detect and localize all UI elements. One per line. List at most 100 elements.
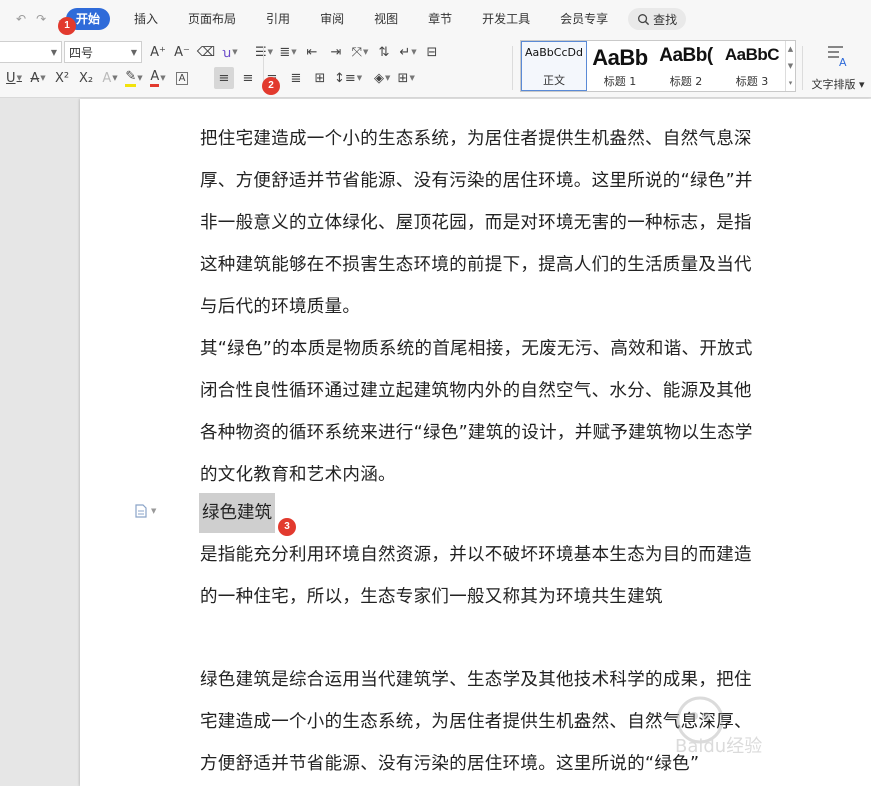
redo-icon[interactable]: ↷ — [36, 12, 46, 26]
paragraph-1: 把住宅建造成一个小的生态系统，为居住者提供生机盎然、自然气息深厚、方便舒适并节省… — [200, 129, 753, 317]
grow-font-button[interactable]: A⁺ — [148, 41, 168, 63]
style-caption: 标题 2 — [669, 75, 703, 88]
quick-access-toolbar: ↶ ↷ ⌄ — [0, 12, 66, 26]
sort-icon: ⇅ — [378, 44, 390, 60]
text-effect-button[interactable]: A ▼ — [100, 67, 120, 89]
clear-format-button[interactable]: ⌫ — [196, 41, 216, 63]
align-left-button[interactable]: ≡ — [214, 67, 234, 89]
style-card[interactable]: AaBb 标题 1 — [587, 41, 653, 91]
left-margin-area — [0, 99, 80, 786]
search-label: 查找 — [653, 12, 678, 27]
search-button[interactable]: 查找 — [628, 8, 687, 30]
align-center-button[interactable]: ≡ — [238, 67, 258, 89]
style-sample: AaBbCcDd — [525, 46, 583, 59]
paragraph-3: 是指能充分利用环境自然资源，并以不破坏环境基本生态为目的而建造的一种住宅，所以，… — [200, 545, 752, 607]
numbering-button[interactable]: ≣ ▼ — [278, 41, 298, 63]
strikethrough-button[interactable]: A ▼ — [28, 67, 48, 89]
show-marks-button[interactable]: ↵ ▼ — [398, 41, 418, 63]
ribbon-separator — [802, 46, 803, 90]
pinyin-button[interactable]: ꭒ ▼ — [220, 41, 240, 63]
styles-gallery: AaBbCcDd 正文 AaBb 标题 1 AaBb( 标题 2 AaBbC 标题 3 ▲ ▼… — [520, 40, 796, 92]
style-sample: AaBbC — [724, 45, 780, 64]
distributed-button[interactable]: ⊞ — [310, 67, 330, 89]
step-badge-1: 1 — [58, 17, 76, 35]
menu-tab[interactable]: 插入 — [124, 8, 168, 30]
menu-bar: ↶ ↷ ⌄ 开始插入页面布局引用审阅视图章节开发工具会员专享 查找 — [0, 0, 871, 38]
text-layout-label: 文字排版 ▾ — [811, 78, 865, 91]
underline-button[interactable]: U ▼ — [4, 67, 24, 89]
menu-tab[interactable]: 审阅 — [310, 8, 354, 30]
paint-bucket-icon: ◈ — [373, 70, 384, 86]
text-layout-button[interactable]: A 文字排版 ▾ — [806, 42, 870, 92]
bullet-list-icon: ☰ — [254, 44, 267, 60]
ribbon-separator — [512, 46, 513, 90]
shrink-font-icon: A⁻ — [174, 44, 190, 60]
justify-icon: ≣ — [290, 70, 302, 86]
document-page[interactable]: … 把住宅建造成一个小的生态系统，为居住者提供生机盎然、自然气息深厚、方便舒适并… — [80, 99, 871, 786]
line-spacing-button[interactable]: ↕≡ ▼ — [334, 67, 362, 89]
paragraph-style-handle[interactable]: ▼ — [135, 504, 156, 518]
align-center-icon: ≡ — [242, 70, 254, 86]
font-name-combo[interactable]: ▼ — [0, 41, 62, 63]
highlighter-icon: ✎ — [125, 69, 137, 87]
selected-heading[interactable]: 绿色建筑 — [199, 493, 275, 533]
char-border-button[interactable]: A — [172, 67, 192, 89]
text-layout-icon: A — [828, 46, 847, 68]
font-color-icon: A — [150, 69, 160, 87]
decrease-indent-button[interactable]: ⇤ — [302, 41, 322, 63]
pinyin-icon: ꭒ — [222, 46, 232, 61]
search-icon — [638, 13, 650, 25]
text-effect-icon: A — [102, 70, 112, 86]
style-card[interactable]: AaBbC 标题 3 — [719, 41, 785, 91]
style-sample: AaBb — [592, 45, 648, 70]
ribbon-row-1: ▼ 四号 ▼ A⁺ A⁻ ⌫ ꭒ ▼ ☰ ▼ ≣ ▼ ⇤ ⇥ ⤧ ▼ ⇅ ↵ ▼ ⊟ — [0, 40, 444, 64]
indent-icon: ⇥ — [330, 44, 342, 60]
chevron-down-icon[interactable]: ▼ — [788, 62, 793, 70]
borders-button[interactable]: ⊞ ▼ — [396, 67, 416, 89]
wps-writer-window: ↶ ↷ ⌄ 开始插入页面布局引用审阅视图章节开发工具会员专享 查找 ▼ 四号▼ … — [0, 0, 871, 786]
subscript-button[interactable]: X₂ — [76, 67, 96, 89]
subscript-icon: X₂ — [78, 70, 94, 86]
style-card[interactable]: AaBbCcDd 正文 — [521, 41, 587, 91]
borders-icon: ⊞ — [397, 70, 409, 86]
chinese-layout-button[interactable]: ⤧ ▼ — [350, 41, 370, 63]
menu-tab[interactable]: 章节 — [418, 8, 462, 30]
shrink-font-button[interactable]: A⁻ — [172, 41, 192, 63]
menu-tab[interactable]: 页面布局 — [178, 8, 246, 30]
step-badge-3: 3 — [278, 518, 296, 536]
menu-tabs: 开始 插入 页面布局 引用 审阅 视图 章节 开发工具 会员专享 — [66, 8, 628, 30]
menu-tab[interactable]: 会员专享 — [550, 8, 618, 30]
distributed-align-icon: ⊞ — [314, 70, 326, 86]
table-line-button[interactable]: ⊟ — [422, 41, 442, 63]
paragraph-mark-icon: ↵ — [399, 44, 411, 60]
highlight-button[interactable]: ✎ ▼ — [124, 67, 144, 89]
menu-tab[interactable]: 视图 — [364, 8, 408, 30]
style-card[interactable]: AaBb( 标题 2 — [653, 41, 719, 91]
step-badge-2: 2 — [262, 77, 280, 95]
increase-indent-button[interactable]: ⇥ — [326, 41, 346, 63]
font-size-combo[interactable]: 四号 ▼ — [64, 41, 142, 63]
align-left-icon: ≡ — [218, 70, 230, 86]
menu-tab[interactable]: 开发工具 — [472, 8, 540, 30]
font-color-button[interactable]: A ▼ — [148, 67, 168, 89]
chevron-down-icon: ▼ — [50, 47, 57, 57]
superscript-button[interactable]: X² — [52, 67, 72, 89]
eraser-icon: ⌫ — [196, 44, 216, 60]
undo-icon[interactable]: ↶ — [16, 12, 26, 26]
ribbon-row-2: U▼ A▼ X² X₂ A▼ ✎▼ A▼ A ≡ ≡ ≡ ≣ ⊞ ↕≡▼ ◈▼ … — [0, 66, 418, 90]
bullets-button[interactable]: ☰ ▼ — [254, 41, 274, 63]
menu-tab[interactable]: 引用 — [256, 8, 300, 30]
sort-button[interactable]: ⇅ — [374, 41, 394, 63]
grow-font-icon: A⁺ — [150, 44, 166, 60]
paragraph-4: 绿色建筑是综合运用当代建筑学、生态学及其他技术科学的成果，把住宅建造成一个小的生… — [200, 670, 752, 774]
outdent-icon: ⇤ — [306, 44, 318, 60]
justify-button[interactable]: ≣ — [286, 67, 306, 89]
chevron-up-icon[interactable]: ▲ — [788, 45, 793, 53]
gallery-scroll[interactable]: ▲ ▼ ▾ — [785, 41, 795, 91]
svg-text:A: A — [839, 56, 847, 68]
style-cards: AaBbCcDd 正文 AaBb 标题 1 AaBb( 标题 2 AaBbC 标题 3 — [521, 41, 785, 91]
shading-button[interactable]: ◈ ▼ — [372, 67, 392, 89]
expand-icon[interactable]: ▾ — [789, 79, 793, 87]
style-sample: AaBb( — [659, 45, 713, 66]
paragraph-2: 其“绿色”的本质是物质系统的首尾相接，无废无污、高效和谐、开放式闭合性良性循环通… — [200, 339, 753, 485]
